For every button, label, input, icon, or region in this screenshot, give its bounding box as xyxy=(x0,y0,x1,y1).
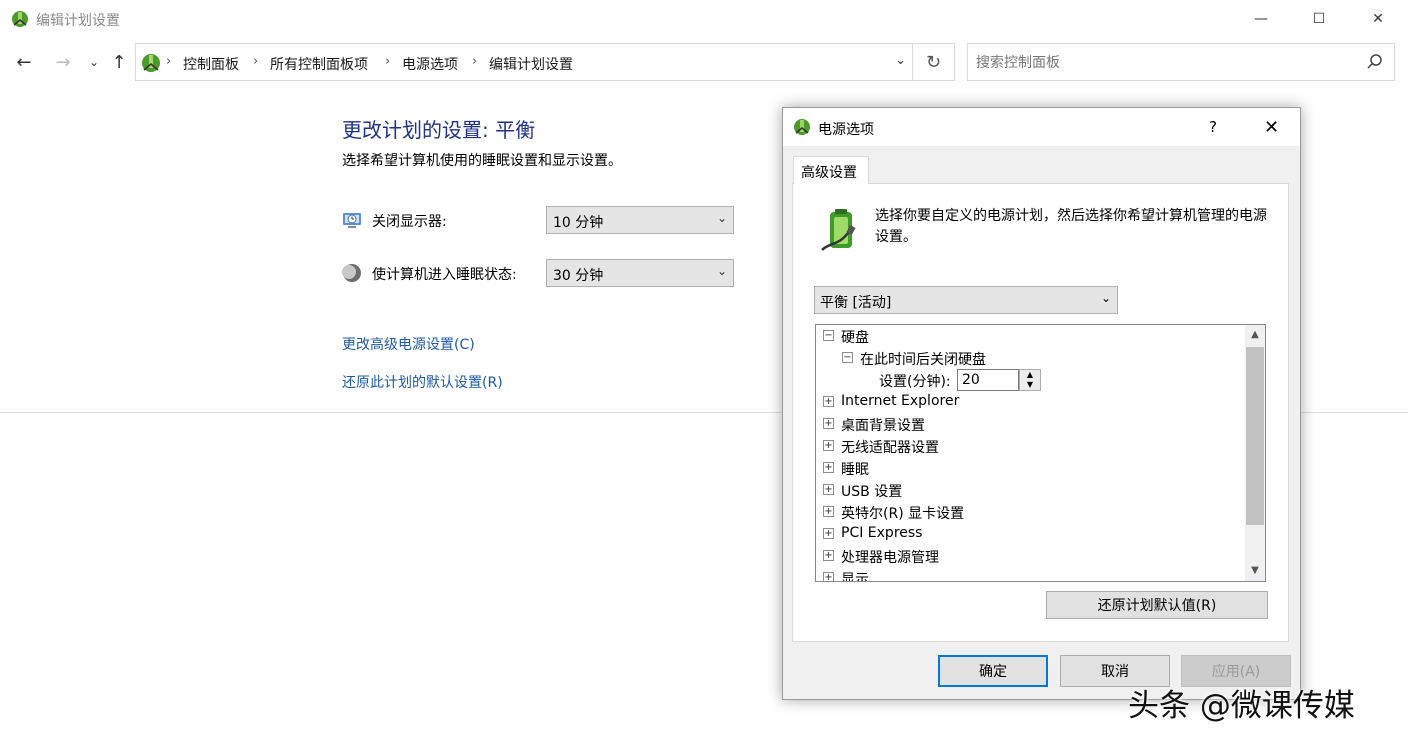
search-box[interactable] xyxy=(967,43,1395,81)
expand-icon[interactable]: + xyxy=(823,418,834,429)
sleep-label: 使计算机进入睡眠状态: xyxy=(372,267,517,283)
dialog-title: 电源选项 xyxy=(818,122,874,138)
monitor-clock-icon xyxy=(343,213,361,228)
advanced-settings-panel: 选择你要自定义的电源计划，然后选择你希望计算机管理的电源设置。 平衡 [活动] … xyxy=(792,183,1289,642)
refresh-icon: ↻ xyxy=(925,51,942,73)
forward-arrow-icon: → xyxy=(55,51,71,73)
window-title: 编辑计划设置 xyxy=(36,13,120,29)
up-button[interactable]: ↑ xyxy=(107,50,131,74)
spin-down-icon[interactable]: ▼ xyxy=(1020,380,1040,390)
back-button[interactable]: ← xyxy=(12,50,36,74)
tree-item-label: 桌面背景设置 xyxy=(841,418,925,434)
dialog-title-bar: 电源选项 ? ✕ xyxy=(783,108,1300,146)
collapse-icon[interactable]: − xyxy=(823,330,834,341)
plan-select[interactable]: 平衡 [活动] ⌄ xyxy=(814,286,1118,314)
close-button[interactable]: ✕ xyxy=(1349,0,1407,38)
search-input[interactable] xyxy=(976,52,1356,74)
breadcrumb-all-items[interactable]: 所有控制面板项 xyxy=(270,54,368,74)
help-button[interactable]: ? xyxy=(1183,108,1243,146)
chevron-down-icon: ⌄ xyxy=(1100,291,1111,305)
scroll-thumb[interactable] xyxy=(1246,347,1264,525)
tree-item-label: PCI Express xyxy=(841,525,923,541)
tree-item-label: 无线适配器设置 xyxy=(841,440,939,456)
chevron-down-icon: ⌄ xyxy=(716,211,727,225)
page-title: 更改计划的设置: 平衡 xyxy=(342,118,536,142)
setting-minutes-input[interactable] xyxy=(957,369,1019,391)
sleep-select[interactable]: 30 分钟 ⌄ xyxy=(546,259,734,287)
plan-value: 平衡 [活动] xyxy=(820,295,892,311)
watermark: 头条 @微课传媒 xyxy=(1128,688,1355,724)
expand-icon[interactable]: + xyxy=(823,550,834,561)
scroll-down-icon[interactable]: ▼ xyxy=(1245,561,1265,581)
expand-icon[interactable]: + xyxy=(823,462,834,473)
expand-icon[interactable]: + xyxy=(823,484,834,495)
expand-icon[interactable]: + xyxy=(823,396,834,407)
restore-defaults-link[interactable]: 还原此计划的默认设置(R) xyxy=(342,372,503,392)
up-arrow-icon: ↑ xyxy=(111,51,127,73)
breadcrumb-separator: › xyxy=(166,54,172,69)
breadcrumb-power-options[interactable]: 电源选项 xyxy=(402,54,458,74)
scroll-up-icon[interactable]: ▲ xyxy=(1245,325,1265,345)
display-off-select[interactable]: 10 分钟 ⌄ xyxy=(546,206,734,234)
chevron-down-icon: ⌄ xyxy=(88,55,100,69)
battery-power-icon xyxy=(821,209,856,251)
address-dropdown-icon[interactable]: ⌄ xyxy=(895,53,906,68)
advanced-power-settings-link[interactable]: 更改高级电源设置(C) xyxy=(342,334,475,354)
expand-icon[interactable]: + xyxy=(823,572,834,581)
tree-item-label: 硬盘 xyxy=(841,330,869,346)
expand-icon[interactable]: + xyxy=(823,528,834,539)
help-icon: ? xyxy=(1209,118,1217,136)
title-bar: 编辑计划设置 — ☐ ✕ xyxy=(0,0,1408,38)
ok-button[interactable]: 确定 xyxy=(938,655,1048,687)
address-bar[interactable]: › 控制面板 › 所有控制面板项 › 电源选项 › 编辑计划设置 ⌄ xyxy=(135,43,913,81)
tree-item-label: USB 设置 xyxy=(841,484,903,500)
dialog-close-button[interactable]: ✕ xyxy=(1243,108,1300,146)
breadcrumb-control-panel[interactable]: 控制面板 xyxy=(183,54,239,74)
vertical-scrollbar[interactable]: ▲ ▼ xyxy=(1245,325,1265,581)
refresh-button[interactable]: ↻ xyxy=(913,43,955,81)
control-panel-icon xyxy=(142,54,160,72)
close-icon: ✕ xyxy=(1263,116,1280,138)
back-arrow-icon: ← xyxy=(16,51,32,73)
power-options-icon xyxy=(794,119,810,135)
tree-item-label: 在此时间后关闭硬盘 xyxy=(860,352,986,368)
power-options-icon xyxy=(12,11,28,27)
restore-plan-defaults-button[interactable]: 还原计划默认值(R) xyxy=(1046,591,1268,619)
spin-up-icon[interactable]: ▲ xyxy=(1020,370,1040,380)
tree-item-label: Internet Explorer xyxy=(841,393,960,409)
page-subtitle: 选择希望计算机使用的睡眠设置和显示设置。 xyxy=(342,153,622,169)
tab-advanced-settings[interactable]: 高级设置 xyxy=(793,156,869,184)
forward-button[interactable]: → xyxy=(51,50,75,74)
expand-icon[interactable]: + xyxy=(823,506,834,517)
tree-item-label: 处理器电源管理 xyxy=(841,550,939,566)
tree-item-label: 英特尔(R) 显卡设置 xyxy=(841,506,965,522)
breadcrumb-edit-plan[interactable]: 编辑计划设置 xyxy=(489,54,573,74)
settings-tree[interactable]: − 硬盘 − 在此时间后关闭硬盘 设置(分钟): ▲ ▼ + xyxy=(815,324,1266,582)
chevron-down-icon: ⌄ xyxy=(716,264,727,278)
tree-item-label: 睡眠 xyxy=(841,462,869,478)
breadcrumb-separator[interactable]: › xyxy=(253,54,258,69)
minimize-button[interactable]: — xyxy=(1232,0,1290,38)
display-off-value: 10 分钟 xyxy=(553,215,604,231)
maximize-button[interactable]: ☐ xyxy=(1290,0,1348,38)
sleep-value: 30 分钟 xyxy=(553,268,604,284)
tree-item-label: 显示 xyxy=(841,572,869,581)
breadcrumb-separator[interactable]: › xyxy=(472,54,477,69)
collapse-icon[interactable]: − xyxy=(842,352,853,363)
recent-locations-button[interactable]: ⌄ xyxy=(82,50,106,74)
tree-item-setting: 设置(分钟): ▲ ▼ xyxy=(816,369,1056,391)
breadcrumb-separator[interactable]: › xyxy=(385,54,390,69)
maximize-icon: ☐ xyxy=(1312,11,1326,27)
power-options-dialog: 电源选项 ? ✕ 高级设置 选择你要自定义的电源计划，然后选择你希望计算机管理的… xyxy=(782,107,1301,700)
expand-icon[interactable]: + xyxy=(823,440,834,451)
minutes-spinner[interactable]: ▲ ▼ xyxy=(1019,369,1041,391)
tree-viewport: − 硬盘 − 在此时间后关闭硬盘 设置(分钟): ▲ ▼ + xyxy=(816,325,1244,581)
moon-icon xyxy=(342,264,361,282)
dialog-description: 选择你要自定义的电源计划，然后选择你希望计算机管理的电源设置。 xyxy=(875,208,1267,245)
minimize-icon: — xyxy=(1254,11,1268,27)
setting-minutes-label: 设置(分钟): xyxy=(879,374,951,390)
close-icon: ✕ xyxy=(1372,11,1384,27)
search-icon[interactable] xyxy=(1366,53,1384,71)
display-off-label: 关闭显示器: xyxy=(372,214,447,230)
